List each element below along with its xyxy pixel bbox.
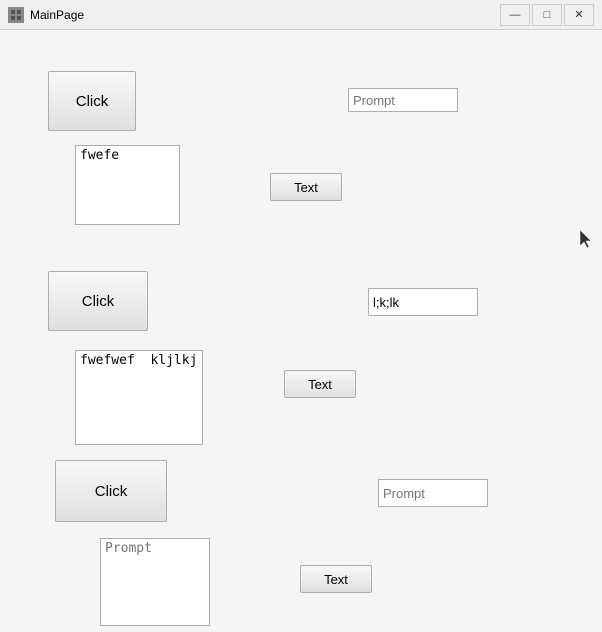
text-button-1[interactable]: Text	[270, 173, 342, 201]
click-button-2[interactable]: Click	[48, 271, 148, 331]
click-button-3[interactable]: Click	[55, 460, 167, 522]
title-bar: MainPage — □ ✕	[0, 0, 602, 30]
title-bar-controls: — □ ✕	[500, 4, 594, 26]
main-content: Click fwefe Text Click fwefwef kljlkj Te…	[0, 30, 602, 632]
text-button-3[interactable]: Text	[300, 565, 372, 593]
maximize-button[interactable]: □	[532, 4, 562, 26]
window-title: MainPage	[30, 8, 84, 22]
prompt-input-3[interactable]	[378, 479, 488, 507]
title-bar-left: MainPage	[8, 7, 84, 23]
minimize-button[interactable]: —	[500, 4, 530, 26]
text-button-2[interactable]: Text	[284, 370, 356, 398]
cursor-arrow	[580, 230, 592, 248]
prompt-input-2[interactable]	[368, 288, 478, 316]
textarea-2[interactable]: fwefwef kljlkj	[75, 350, 203, 445]
close-button[interactable]: ✕	[564, 4, 594, 26]
textarea-1[interactable]: fwefe	[75, 145, 180, 225]
textarea-3[interactable]	[100, 538, 210, 626]
app-icon	[8, 7, 24, 23]
prompt-input-1[interactable]	[348, 88, 458, 112]
click-button-1[interactable]: Click	[48, 71, 136, 131]
